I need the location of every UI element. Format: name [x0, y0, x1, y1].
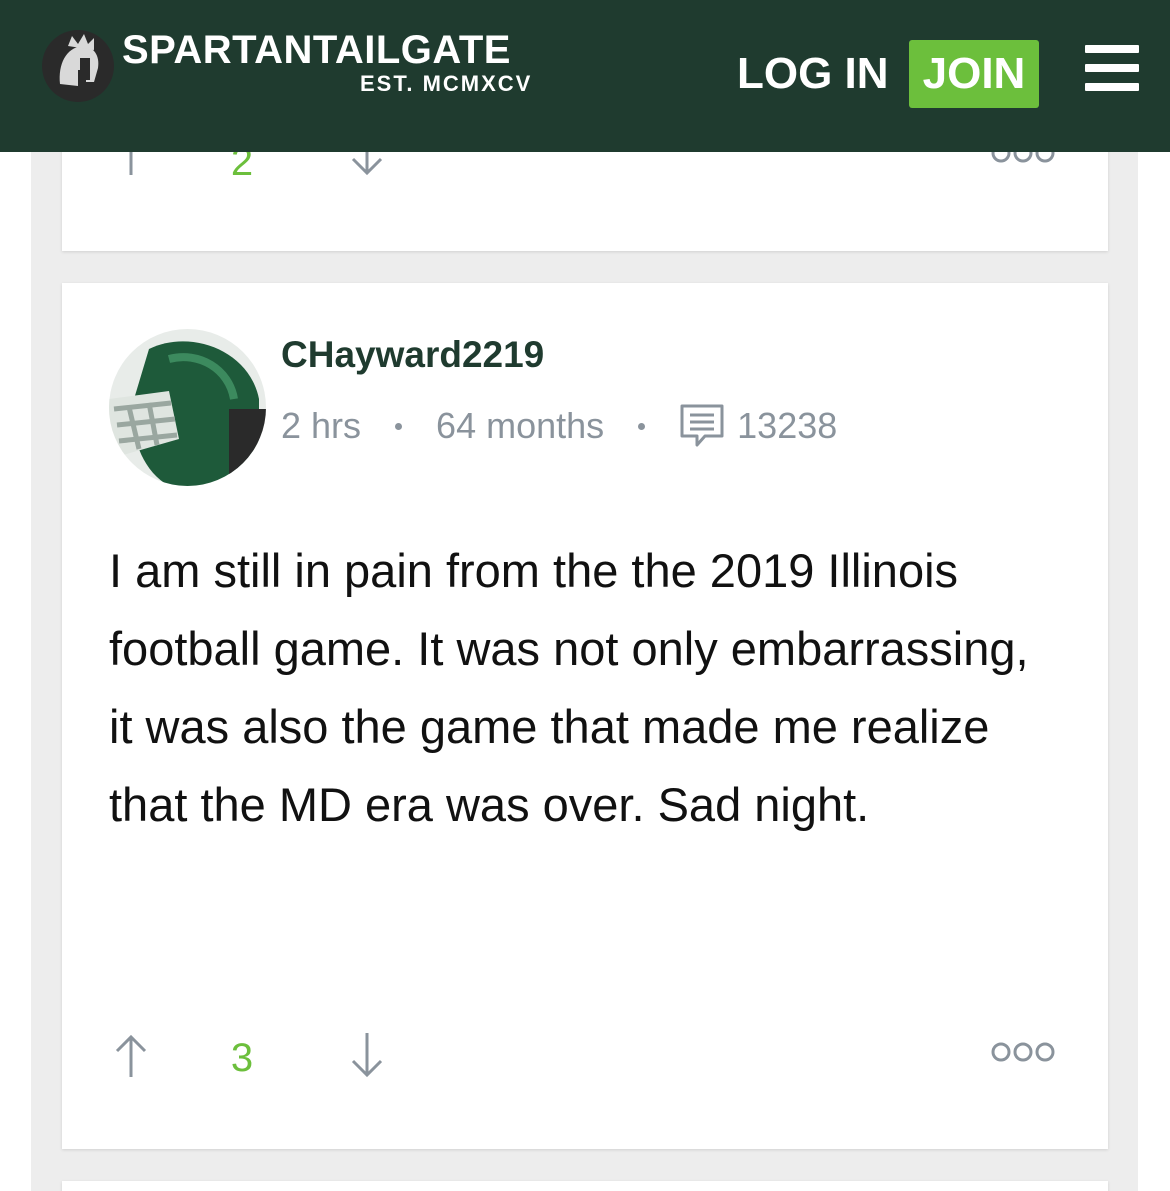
vote-count: 3: [230, 1036, 254, 1080]
football-helmet-icon: [109, 329, 266, 486]
post-card: CHayward2219 2 hrs 64 months 13238 I am …: [62, 283, 1108, 1149]
site-brand-tagline: EST. MCMXCV: [360, 71, 533, 96]
post-author-username[interactable]: CHayward2219: [281, 333, 544, 377]
user-post-count: 13238: [737, 405, 838, 446]
hamburger-menu-icon[interactable]: [1085, 45, 1139, 91]
separator-dot: [638, 422, 646, 430]
user-avatar[interactable]: [109, 329, 266, 486]
site-brand-name[interactable]: SPARTANTAILGATE: [122, 30, 511, 70]
post-meta: 2 hrs 64 months 13238: [281, 401, 837, 451]
downvote-arrow-icon[interactable]: [345, 1031, 389, 1081]
login-link[interactable]: LOG IN: [737, 47, 889, 101]
separator-dot: [395, 422, 403, 430]
member-duration: 64 months: [436, 405, 605, 446]
join-button[interactable]: JOIN: [909, 40, 1039, 108]
more-options-icon[interactable]: [990, 1039, 1056, 1065]
spartan-helmet-logo-icon[interactable]: [38, 26, 118, 106]
upvote-arrow-icon[interactable]: [109, 1031, 153, 1081]
next-post-card: [62, 1181, 1108, 1191]
post-time-ago: 2 hrs: [281, 405, 362, 446]
site-header: SPARTANTAILGATE EST. MCMXCV LOG IN JOIN: [0, 0, 1170, 152]
message-count-icon: [680, 404, 724, 447]
post-body-text: I am still in pain from the the 2019 Ill…: [109, 544, 1029, 831]
